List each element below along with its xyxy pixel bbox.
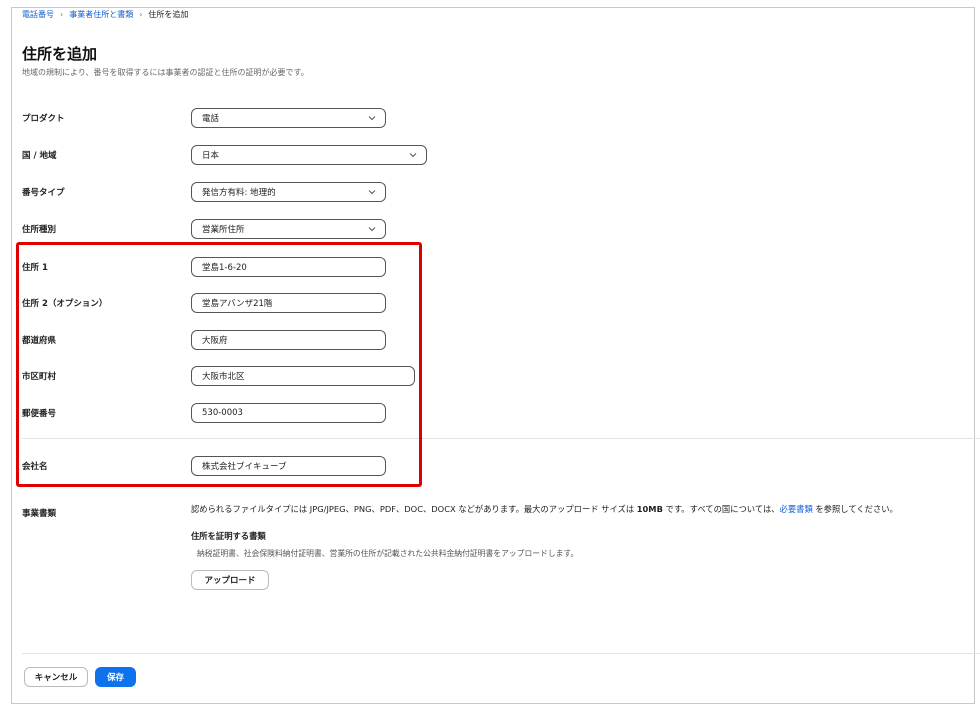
number-type-value: 発信方有料: 地理的 (202, 188, 276, 198)
page-title: 住所を追加 (22, 45, 98, 63)
documents-label: 事業書類 (22, 509, 57, 519)
country-select[interactable]: 日本 (191, 145, 427, 165)
documents-info: 認められるファイルタイプには JPG/JPEG、PNG、PDF、DOC、DOCX… (191, 503, 898, 515)
documents-text-before: 認められるファイルタイプには JPG/JPEG、PNG、PDF、DOC、DOCX… (191, 504, 637, 514)
max-size: 10MB (636, 504, 663, 514)
breadcrumb: 電話番号 › 事業者住所と書類 › 住所を追加 (22, 9, 188, 20)
address-type-label: 住所種別 (22, 225, 57, 235)
page-description: 地域の規制により、番号を取得するには事業者の認証と住所の証明が必要です。 (22, 68, 309, 77)
breadcrumb-separator: › (139, 10, 143, 19)
upload-button[interactable]: アップロード (191, 570, 269, 590)
breadcrumb-separator: › (60, 10, 64, 19)
breadcrumb-current: 住所を追加 (148, 10, 189, 19)
highlight-box (16, 242, 422, 487)
required-documents-link[interactable]: 必要書類 (780, 504, 813, 514)
proof-title: 住所を証明する書類 (191, 531, 266, 541)
chevron-down-icon (368, 116, 376, 121)
breadcrumb-phone-numbers[interactable]: 電話番号 (22, 9, 54, 20)
documents-text-after: を参照してください。 (812, 504, 898, 514)
country-value: 日本 (202, 151, 220, 161)
product-select[interactable]: 電話 (191, 108, 386, 128)
address-type-select[interactable]: 営業所住所 (191, 219, 386, 239)
save-button[interactable]: 保存 (95, 667, 136, 687)
number-type-select[interactable]: 発信方有料: 地理的 (191, 182, 386, 202)
address-type-value: 営業所住所 (202, 225, 245, 235)
proof-description: 納税証明書、社会保険料納付証明書、営業所の住所が記載された公共料金納付証明書をア… (197, 549, 579, 558)
country-label: 国 / 地域 (22, 151, 57, 161)
footer-divider (22, 653, 980, 654)
breadcrumb-business-address[interactable]: 事業者住所と書類 (69, 9, 133, 20)
chevron-down-icon (368, 190, 376, 195)
product-value: 電話 (202, 114, 220, 124)
documents-text-middle: です。すべての国については、 (662, 504, 780, 514)
cancel-button[interactable]: キャンセル (24, 667, 88, 687)
number-type-label: 番号タイプ (22, 188, 65, 198)
chevron-down-icon (368, 227, 376, 232)
product-label: プロダクト (22, 114, 65, 124)
chevron-down-icon (409, 153, 417, 158)
